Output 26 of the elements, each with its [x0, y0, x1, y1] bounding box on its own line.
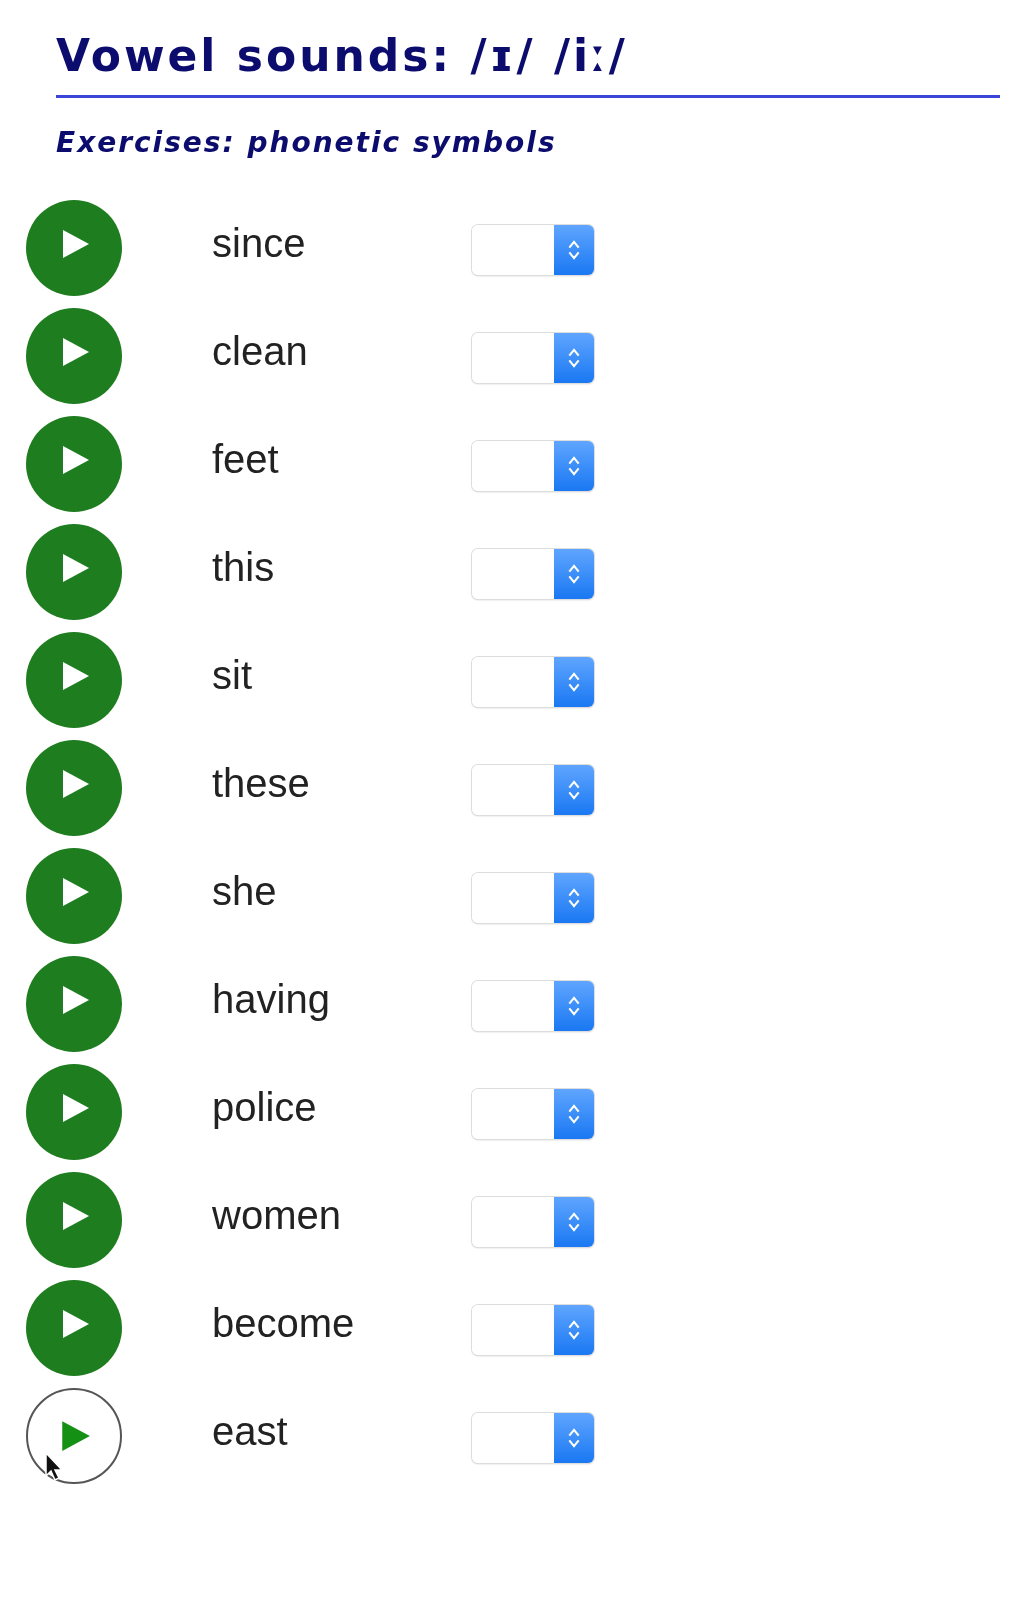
word-label: since — [212, 221, 307, 266]
word-label: clean — [212, 329, 309, 374]
answer-dropdown[interactable] — [472, 440, 594, 491]
answer-dropdown[interactable] — [472, 224, 594, 275]
answer-dropdown[interactable] — [472, 1088, 594, 1139]
page-title: Vowel sounds: /ɪ/ /iː/ — [56, 30, 1000, 98]
answer-dropdown[interactable] — [472, 1196, 594, 1247]
subtitle: Exercises: phonetic symbols — [56, 126, 558, 159]
word-label: sit — [212, 653, 253, 698]
answer-dropdown[interactable] — [472, 980, 594, 1031]
answer-dropdown[interactable] — [472, 548, 594, 599]
answer-dropdown[interactable] — [472, 1412, 594, 1463]
word-label: she — [212, 869, 278, 914]
word-label: east — [212, 1409, 289, 1454]
word-label: women — [212, 1193, 342, 1238]
answer-dropdown[interactable] — [472, 872, 594, 923]
word-label: become — [212, 1301, 356, 1346]
word-label: police — [212, 1085, 318, 1130]
answer-dropdown[interactable] — [472, 764, 594, 815]
word-label: this — [212, 545, 276, 590]
answer-dropdown[interactable] — [472, 332, 594, 383]
word-label: these — [212, 761, 311, 806]
word-label: feet — [212, 437, 280, 482]
word-label: having — [212, 977, 331, 1022]
answer-dropdown[interactable] — [472, 656, 594, 707]
answer-dropdown[interactable] — [472, 1304, 594, 1355]
